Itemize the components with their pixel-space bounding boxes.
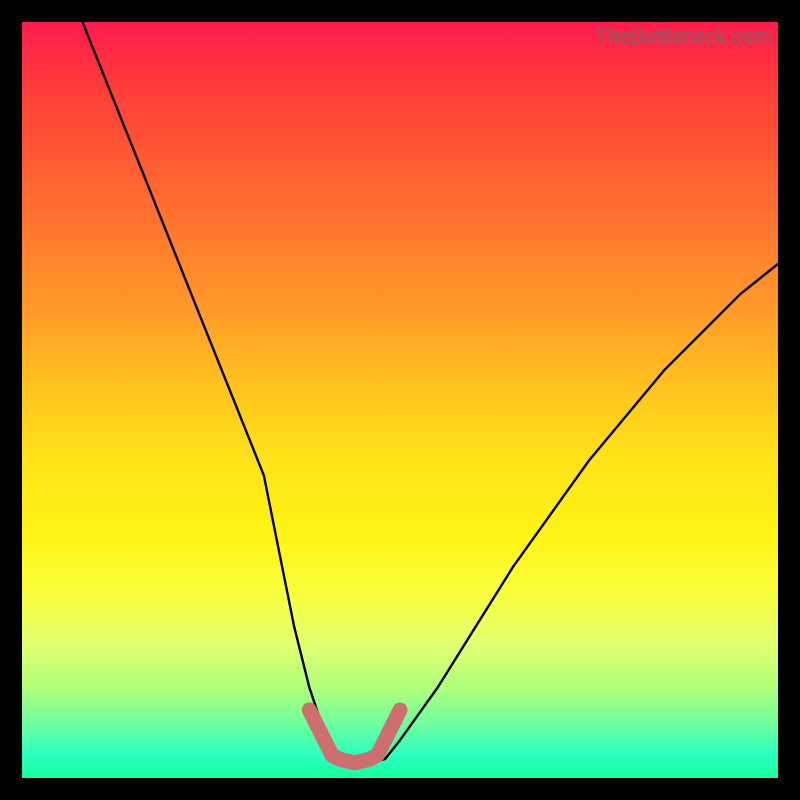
- plot-area: TheBottleneck.com: [22, 22, 778, 778]
- chart-svg: [22, 22, 778, 778]
- bottleneck-curve-path: [83, 22, 779, 763]
- chart-frame: TheBottleneck.com: [0, 0, 800, 800]
- valley-highlight-path: [309, 710, 400, 763]
